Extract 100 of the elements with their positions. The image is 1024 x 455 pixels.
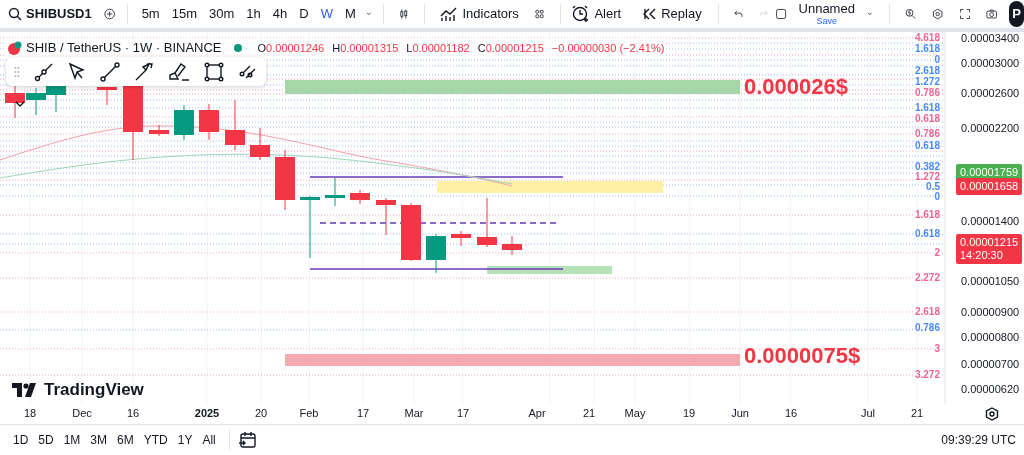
range-button[interactable]: 1M: [58, 425, 86, 455]
fib-level-label: 0: [934, 192, 940, 202]
trend-line-icon[interactable]: [34, 61, 54, 82]
indicators-button[interactable]: Indicators: [432, 0, 527, 28]
alarm-clock-icon[interactable]: [572, 5, 591, 23]
time-tick: May: [624, 408, 646, 419]
ohlc-value: H0.00001315: [332, 40, 399, 56]
rectangle-icon[interactable]: [204, 61, 224, 82]
price-tick: 0.00003000: [961, 58, 1020, 69]
time-tick: Dec: [72, 408, 92, 419]
fib-level-label: 3.272: [914, 370, 940, 380]
time-tick: Apr: [528, 408, 546, 419]
candle: [5, 84, 25, 119]
time-tick: 20: [254, 408, 268, 419]
time-tick: Feb: [299, 408, 319, 419]
price-tick: 0.00000700: [961, 359, 1020, 370]
logo-text: TradingView: [44, 379, 144, 401]
symbol-search-button[interactable]: SHIBUSD1: [0, 0, 100, 28]
price-tick: 0.00003400: [961, 33, 1020, 44]
candle: [149, 124, 169, 137]
countdown-timer: 14:20:30: [960, 249, 1004, 262]
time-tick: 18: [23, 408, 37, 419]
range-button[interactable]: 5D: [33, 425, 59, 455]
candle: [174, 104, 194, 141]
candle: [300, 195, 320, 259]
fib-level-label: 1.618: [914, 210, 940, 220]
price-tick: 0.00000800: [961, 332, 1020, 343]
range-button[interactable]: 1D: [8, 425, 34, 455]
calendar-icon[interactable]: [237, 431, 256, 449]
fib-level-label: 2.272: [914, 273, 940, 283]
brush-icon[interactable]: [168, 61, 190, 82]
line-segment-icon[interactable]: [100, 61, 120, 82]
price-label: 0.00001658: [960, 180, 1018, 193]
ohlc-value: L0.00001182: [406, 40, 470, 56]
candle: [325, 177, 345, 207]
time-tick: Mar: [404, 408, 424, 419]
interval-tab[interactable]: 4h: [266, 0, 294, 28]
price-annotation: 0.0000075$: [744, 345, 861, 367]
fib-level-label: 1.618: [914, 44, 940, 54]
range-button[interactable]: YTD: [138, 425, 173, 455]
fib-level-label: 0.382: [914, 162, 940, 172]
coin-icon[interactable]: [6, 39, 22, 56]
candle: [199, 103, 219, 141]
time-tick: 16: [126, 408, 140, 419]
fib-level-label: 0.5: [926, 182, 940, 192]
price-tick: 0.00000620: [961, 384, 1020, 395]
cursor-icon[interactable]: [68, 61, 86, 82]
drag-handle-icon[interactable]: [14, 65, 20, 78]
fib-level-label: 0.786: [914, 88, 940, 98]
range-button[interactable]: 3M: [85, 425, 113, 455]
candle: [477, 197, 497, 248]
interval-tab[interactable]: 15m: [165, 0, 203, 28]
price-tick: 0.00002600: [961, 88, 1020, 99]
price-tick: 0.00001050: [961, 276, 1020, 287]
interval-tab[interactable]: 1h: [240, 0, 267, 28]
price-change: −0.00000030 (−2.41%): [551, 40, 665, 56]
time-tick: 19: [682, 408, 696, 419]
chart-line-icon[interactable]: [440, 6, 459, 22]
candle: [350, 189, 370, 205]
fib-level-label: 0: [934, 55, 940, 65]
replay-button[interactable]: Replay: [633, 0, 710, 28]
time-tick: 17: [356, 408, 370, 419]
settings-icon[interactable]: [985, 407, 999, 421]
fib-level-label: 0.618: [914, 141, 940, 151]
interval-tab[interactable]: M: [338, 0, 362, 28]
fib-level-label: 0.618: [914, 229, 940, 239]
layout-name[interactable]: Unnamed: [798, 2, 855, 15]
candle: [451, 230, 471, 247]
time-tick: 21: [582, 408, 596, 419]
logo-icon[interactable]: [12, 382, 38, 397]
interval-tab[interactable]: 5m: [135, 0, 166, 28]
price-label: 0.00001215: [960, 236, 1018, 249]
arrow-icon[interactable]: [134, 61, 154, 82]
range-button[interactable]: 6M: [112, 425, 139, 455]
alert-button[interactable]: Alert: [568, 0, 626, 28]
price-label: 0.00001759: [960, 166, 1018, 179]
time-tick: Jul: [860, 408, 876, 419]
candle: [26, 87, 46, 116]
fib-level-label: 1.272: [914, 172, 940, 182]
fib-level-label: 2.618: [914, 307, 940, 317]
fib-level-label: 3: [934, 344, 940, 354]
candle: [225, 99, 245, 151]
clock: 09:39:29 UTC: [941, 432, 1016, 449]
save-link[interactable]: Save: [816, 17, 837, 26]
price-tick: 0.00001400: [961, 216, 1020, 227]
range-button[interactable]: All: [197, 425, 221, 455]
interval-tab[interactable]: W: [314, 0, 339, 28]
interval-tab[interactable]: 30m: [203, 0, 241, 28]
search-icon[interactable]: [8, 7, 22, 21]
fib-level-label: 1.272: [914, 77, 940, 87]
fib-level-label: 0.786: [914, 323, 940, 333]
range-button[interactable]: 1Y: [172, 425, 198, 455]
interval-tab[interactable]: D: [293, 0, 315, 28]
fib-level-label: 0.618: [914, 114, 940, 124]
candle: [275, 149, 295, 211]
fib-level-label: 2: [934, 248, 940, 258]
rewind-icon[interactable]: [641, 7, 658, 21]
fib-level-label: 4.618: [914, 33, 940, 43]
chevron-down-icon[interactable]: [14, 100, 26, 108]
avatar[interactable]: P: [1009, 1, 1024, 27]
